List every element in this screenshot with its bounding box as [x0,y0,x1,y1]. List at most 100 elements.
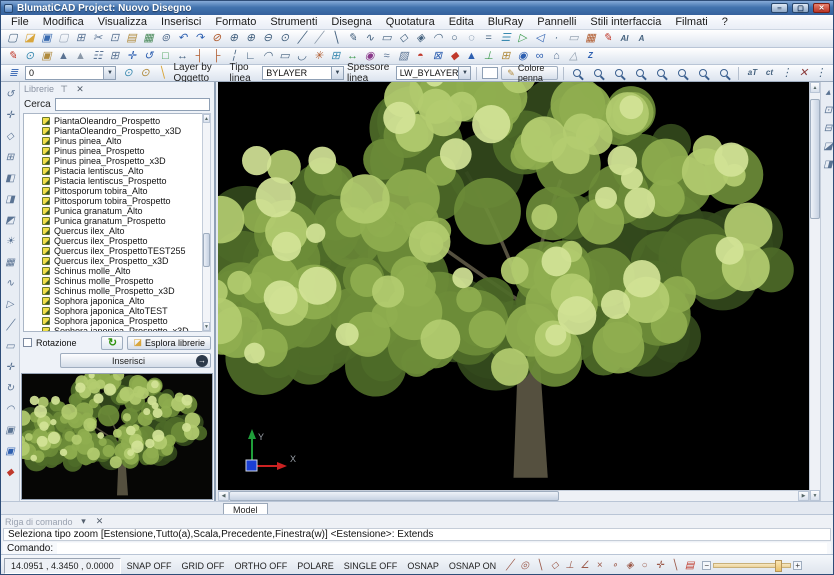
pin-icon[interactable]: ⊤ [58,84,70,95]
search-input[interactable] [54,98,210,111]
list-item[interactable]: Sophora japonica_AltoTEST [26,306,210,316]
scale-icon[interactable]: □ [157,49,174,64]
line-icon[interactable]: ╱ [293,31,310,46]
named-views-icon[interactable]: ◇ [2,126,18,147]
zoom-window-icon[interactable]: ⊙ [276,31,293,46]
pan-hand-icon[interactable]: ✛ [2,105,18,126]
cone-icon[interactable]: ◆ [446,49,463,64]
paste-properties-icon[interactable]: ⊟ [821,120,833,138]
scroll-left-icon[interactable]: ◀ [218,491,229,501]
spline-icon[interactable]: ∿ [361,31,378,46]
refresh-button[interactable]: ↻ [101,335,124,350]
list-item[interactable]: Quercus ilex_ProspettoTEST255 [26,246,210,256]
vertical-scrollbar[interactable]: ▲ ▼ [809,82,820,501]
list-item[interactable]: Quercus ilex_Prospetto [26,236,210,246]
esplora-librerie-button[interactable]: ◪ Esplora librerie [127,335,211,350]
scroll-thumb[interactable] [203,233,210,267]
boundary-icon[interactable]: ▦ [582,31,599,46]
list-item[interactable]: Schinus molle_Prospetto_x3D [26,286,210,296]
snap-circle-icon[interactable]: ○ [637,559,652,573]
text-style-icon[interactable]: aT [744,66,761,81]
slider-track[interactable] [713,560,792,572]
cut-icon[interactable]: ✂ [89,31,106,46]
scroll-up-icon[interactable]: ▲ [203,114,210,123]
menu-item[interactable]: Inserisci [154,15,208,29]
snap-node-icon[interactable]: ∘ [607,559,622,573]
erase-tool-icon[interactable]: ✕ [795,66,812,81]
menu-item[interactable]: Filmati [668,15,714,29]
status-toggle[interactable]: OSNAP [402,559,444,573]
create-block-icon[interactable]: ◁ [531,31,548,46]
sphere-icon[interactable]: ◓ [412,49,429,64]
zoom-in-icon[interactable]: ⊕ [242,31,259,46]
close-button[interactable]: ✕ [813,3,830,13]
binoculars-icon[interactable]: ∞ [531,49,548,64]
camera-icon[interactable]: ◉ [514,49,531,64]
circle-icon[interactable]: ○ [446,31,463,46]
list-item[interactable]: Pittosporum tobira_Prospetto [26,196,210,206]
spessore-linea-select[interactable]: LW_BYLAYER ▼ [395,66,472,80]
red-tool-icon[interactable]: ◆ [2,462,18,483]
pan-icon[interactable]: ⊘ [208,31,225,46]
grip2-icon[interactable]: ⋮ [812,66,829,81]
layer-freeze-icon[interactable]: ⊙ [136,66,153,81]
grip-icon[interactable]: ⋮ [778,66,795,81]
plan-view-icon[interactable]: ⊞ [497,49,514,64]
slider-thumb[interactable] [775,560,783,572]
menu-item[interactable]: Visualizza [91,15,154,29]
scroll-up-icon[interactable]: ▲ [810,82,820,93]
helix-icon[interactable]: ◠ [2,399,18,420]
tipo-linea-select[interactable]: BYLAYER ▼ [262,66,345,80]
command-input[interactable] [57,542,827,554]
menu-item[interactable]: File [4,15,36,29]
mtext-icon[interactable]: AI [616,31,633,46]
snap-intersection-icon[interactable]: × [592,559,607,573]
menu-item[interactable]: Disegna [324,15,378,29]
snap-midpoint-icon[interactable]: ╲ [532,559,547,573]
pyramid-icon[interactable]: ▲ [463,49,480,64]
list-item[interactable]: Sophora japonica_Prospetto [26,316,210,326]
snap-line-icon[interactable]: ╱ [502,559,517,573]
menu-item[interactable]: ? [715,15,735,29]
polygon-inscribed-icon[interactable]: ◈ [412,31,429,46]
blue-tool-icon[interactable]: ▣ [2,441,18,462]
horizontal-scrollbar[interactable]: ◀ ▶ [218,490,809,501]
list-item[interactable]: Pistacia lentiscus_Alto [26,166,210,176]
scroll-down-icon[interactable]: ▼ [810,490,820,501]
hatch-icon[interactable]: ☰ [497,31,514,46]
zoom-out-icon[interactable]: ⊖ [259,31,276,46]
zoom-realtime-icon[interactable]: ⊕ [225,31,242,46]
paint-icon[interactable]: ✎ [599,31,616,46]
polygon-icon[interactable]: ◇ [395,31,412,46]
mirror-icon[interactable]: ▲ [55,49,72,64]
menu-item[interactable]: Formato [208,15,263,29]
orbit-icon[interactable]: ↺ [2,84,18,105]
snap-angle-icon[interactable]: ∠ [577,559,592,573]
menu-item[interactable]: Stili interfaccia [583,15,668,29]
slider-plus-button[interactable]: + [793,561,803,570]
shade-icon[interactable]: ◧ [2,168,18,189]
close-icon[interactable]: ✕ [74,84,86,95]
group-icon[interactable]: ⊞ [327,49,344,64]
scroll-thumb[interactable] [810,99,820,219]
home-view-icon[interactable]: ⌂ [548,49,565,64]
list-item[interactable]: PiantaOleandro_Prospetto_x3D [26,126,210,136]
colore-penna-button[interactable]: ✎ Colore penna [501,63,558,83]
mirror-3d-icon[interactable]: ▲ [72,49,89,64]
status-toggle[interactable]: ORTHO OFF [229,559,292,573]
copy-icon[interactable]: ⊡ [106,31,123,46]
collapse-icon[interactable]: ▾ [79,516,89,527]
pen-color-swatch[interactable] [482,67,499,79]
material-icon[interactable]: ▦ [2,252,18,273]
ucs-icon[interactable]: ⊥ [480,49,497,64]
rectangle2-icon[interactable]: ▭ [276,49,293,64]
snap-tangent-icon[interactable]: ╲ [667,559,682,573]
layer-select[interactable]: 0 ▼ [25,66,117,80]
scroll-up-icon[interactable]: ▴ [821,84,833,102]
maximize-button[interactable]: ▢ [792,3,809,13]
explode-icon[interactable]: ✳ [310,49,327,64]
drawing-canvas[interactable]: Y X [218,82,809,490]
status-toggle[interactable]: GRID OFF [176,559,229,573]
new-drawing-icon[interactable]: ▢ [4,31,21,46]
redo-icon[interactable]: ↷ [191,31,208,46]
